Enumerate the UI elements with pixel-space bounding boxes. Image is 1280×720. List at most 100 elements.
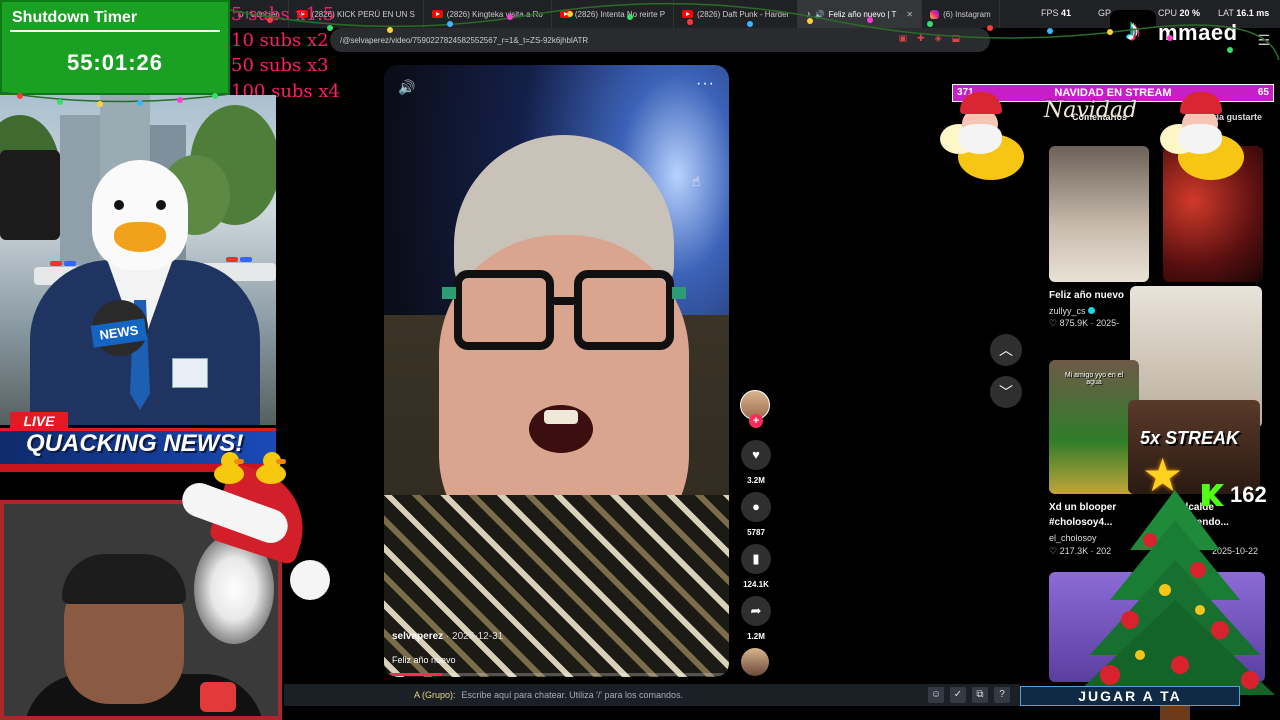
lat-value: 16.1 ms xyxy=(1236,8,1270,18)
christmas-tree-icon xyxy=(1075,490,1275,720)
shutdown-timer: Shutdown Timer 55:01:26 xyxy=(0,0,230,95)
share-count: 1.2M xyxy=(747,632,765,641)
youtube-icon xyxy=(431,10,443,18)
recommended-title[interactable]: Feliz año nuevo xyxy=(1049,288,1124,303)
chat-channel-label: A (Grupo): xyxy=(414,690,456,700)
comment-count: 5787 xyxy=(747,528,765,537)
timer-divider xyxy=(10,30,220,32)
tiktok-icon: ♪ xyxy=(806,9,811,19)
red-cup-image xyxy=(200,682,236,712)
screen-icon[interactable]: ⧉ xyxy=(972,687,988,703)
tab-label: (6) Instagram xyxy=(943,9,991,19)
game-chat-bar[interactable]: A (Grupo): Escribe aquí para chatear. Ut… xyxy=(284,684,1020,706)
video-person-teeth xyxy=(544,410,578,424)
santa-duck-sticker xyxy=(940,92,1030,192)
glasses-icon xyxy=(574,270,674,350)
tab-intenta-no-reirte[interactable]: (2826) Intenta No reirte P xyxy=(552,0,675,28)
speaker-icon: 🔊 xyxy=(814,9,825,19)
more-options-icon[interactable]: ··· xyxy=(696,75,715,93)
like-count: 3.2M xyxy=(747,476,765,485)
tab-daft-punk[interactable]: (2826) Daft Punk - Harder xyxy=(674,0,799,28)
glasses-bridge xyxy=(552,297,576,305)
extension-icon[interactable]: ▣ xyxy=(899,33,908,44)
bookmark-icon[interactable]: ▮ xyxy=(741,544,771,574)
santa-duck-sticker xyxy=(1160,92,1250,192)
address-bar[interactable]: /@selvaperez/video/7590227824582552567_r… xyxy=(330,28,990,52)
recommended-stats: ♡ 875.9K · 2025- xyxy=(1049,318,1120,328)
extension-icon[interactable]: ◈ xyxy=(935,33,942,44)
cpu-value: 20 % xyxy=(1179,8,1201,18)
author-name[interactable]: selvaperez xyxy=(392,631,443,642)
video-progress-bar[interactable] xyxy=(388,673,725,676)
recommended-user[interactable]: zullyy_cs xyxy=(1049,306,1095,316)
fps-readout: FPS 41 xyxy=(1041,8,1071,18)
heart-outline-icon: ♡ xyxy=(1049,546,1058,556)
live-tag: LIVE xyxy=(10,412,68,430)
recommended-username: zullyy_cs xyxy=(1049,306,1086,316)
video-progress-fill xyxy=(388,673,442,676)
latency-readout: LAT 16.1 ms xyxy=(1218,8,1269,18)
close-icon[interactable]: ✕ xyxy=(906,10,913,19)
tab-label: (2826) Kingteka visita a Ro xyxy=(446,9,543,19)
tab-instagram[interactable]: (6) Instagram xyxy=(922,0,1000,28)
extension-icons: ▣ ✚ ◈ ⬓ xyxy=(899,33,961,44)
video-person-shirt xyxy=(384,495,729,677)
sub-goal-item: 5 subs x1.5 xyxy=(231,4,335,25)
lat-label: LAT xyxy=(1218,8,1234,18)
url-text: /@selvaperez/video/7590227824582552567_r… xyxy=(340,35,589,45)
comment-icon[interactable]: ● xyxy=(741,492,771,522)
glasses-temple xyxy=(672,287,686,299)
cpu-readout: CPU 20 % xyxy=(1158,8,1200,18)
timer-title: Shutdown Timer xyxy=(12,9,138,26)
tab-label: (2826) Intenta No reirte P xyxy=(574,9,666,19)
previous-video-chevron-up-icon[interactable]: ︿ xyxy=(990,334,1022,366)
checkmark-icon[interactable]: ✓ xyxy=(950,687,966,703)
news-camera-image xyxy=(0,150,60,240)
emoji-icon[interactable]: ☺ xyxy=(928,687,944,703)
thumbnail-caption: Mi amigo yyo en el agua xyxy=(1064,372,1124,386)
jugar-button[interactable]: JUGAR A TA xyxy=(1020,686,1240,706)
glasses-temple xyxy=(442,287,456,299)
extension-icon[interactable]: ⬓ xyxy=(951,33,960,44)
chat-input-placeholder[interactable]: Escribe aquí para chatear. Utiliza '/' p… xyxy=(462,690,684,700)
sub-goal-item: 10 subs x2 xyxy=(231,29,329,51)
glasses-icon xyxy=(454,270,554,350)
banner-right-count: 65 xyxy=(1257,87,1269,98)
video-author[interactable]: selvaperez · 2025-12-31 xyxy=(392,631,503,642)
mouse-cursor-icon: ☝ xyxy=(692,173,701,189)
next-video-chevron-down-icon[interactable]: ﹀ xyxy=(990,376,1022,408)
recommended-date: 2025- xyxy=(1096,318,1120,328)
volume-icon[interactable]: 🔊 xyxy=(398,79,415,96)
help-icon[interactable]: ? xyxy=(994,687,1010,703)
like-heart-icon[interactable]: ♥ xyxy=(741,440,771,470)
press-badge-image xyxy=(172,358,208,388)
rubber-duck-icon xyxy=(254,452,288,486)
follow-plus-icon[interactable]: + xyxy=(749,414,763,428)
tab-label: (2826) Daft Punk - Harder xyxy=(697,9,790,19)
tiktok-logo-icon: ♪ xyxy=(1110,10,1156,52)
share-arrow-icon[interactable]: ➦ xyxy=(741,596,771,626)
streamer-hair-image xyxy=(62,554,186,604)
tab-label: Feliz año nuevo | T xyxy=(828,9,897,19)
channel-name: mmaed xyxy=(1158,20,1238,45)
sound-avatar[interactable] xyxy=(741,648,769,676)
extension-icon[interactable]: ✚ xyxy=(917,33,925,44)
chat-icons: ☺ ✓ ⧉ ? xyxy=(928,687,1010,703)
sub-goal-item: 50 subs x3 xyxy=(231,55,329,76)
menu-icon[interactable]: ☰ xyxy=(1257,32,1270,49)
verified-badge-icon xyxy=(1087,307,1095,314)
duck-reporter-image xyxy=(92,160,188,270)
heart-outline-icon: ♡ xyxy=(1049,318,1058,328)
sub-goals-list: 5 subs x1.5 10 subs x2 50 subs x3 100 su… xyxy=(231,2,340,104)
fps-label: FPS xyxy=(1041,8,1059,18)
save-count: 124.1K xyxy=(743,580,769,589)
timer-value: 55:01:26 xyxy=(66,50,164,75)
recommended-thumbnail[interactable] xyxy=(1049,146,1149,282)
tiktok-video-player[interactable]: 🔊 ··· ☝ selvaperez · 2025-12-31 Feliz añ… xyxy=(384,65,729,677)
tab-tiktok-feliz-ano-nuevo[interactable]: ♪ 🔊 Feliz año nuevo | T ✕ xyxy=(798,0,923,28)
tab-kingteka[interactable]: (2826) Kingteka visita a Ro xyxy=(424,0,552,28)
fps-value: 41 xyxy=(1061,8,1072,18)
navidad-script-text: Navidad xyxy=(1044,98,1138,123)
rubber-duck-icon xyxy=(212,452,246,486)
streak-counter: 5x STREAK xyxy=(1140,428,1240,448)
